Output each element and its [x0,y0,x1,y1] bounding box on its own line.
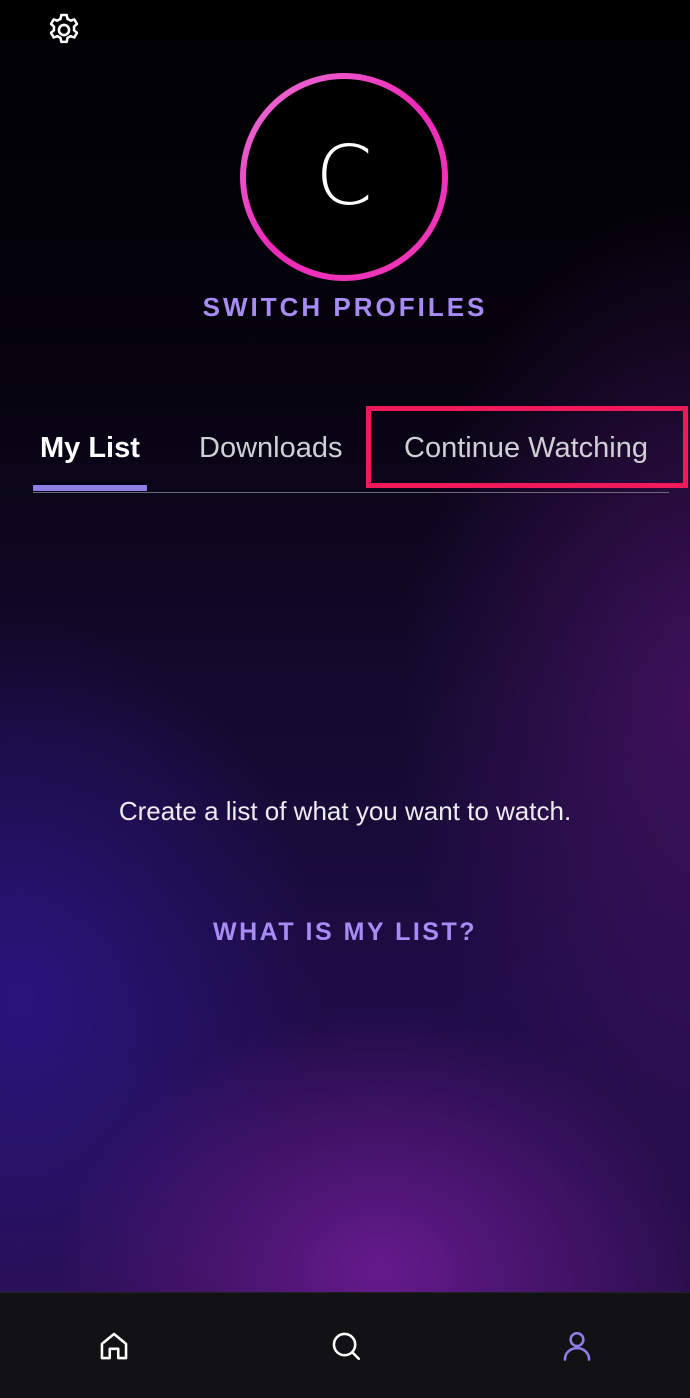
tab-bar: My List Downloads Continue Watching [33,420,669,493]
nav-profile-button[interactable] [559,1328,595,1364]
gear-icon [49,13,79,44]
avatar-initial: C [246,79,442,275]
search-icon [332,1332,361,1361]
nav-search-button[interactable] [328,1328,364,1364]
active-tab-indicator [33,485,147,491]
profile-icon [563,1331,591,1361]
home-icon [100,1332,128,1360]
bottom-nav [0,1292,690,1398]
switch-profiles-button[interactable]: SWITCH PROFILES [0,292,690,323]
tab-downloads[interactable]: Downloads [199,432,342,465]
settings-button[interactable] [42,8,86,52]
profile-avatar[interactable]: C [240,73,448,281]
tab-continue-watching[interactable]: Continue Watching [404,432,648,465]
tab-my-list[interactable]: My List [40,432,140,465]
what-is-my-list-link[interactable]: WHAT IS MY LIST? [0,918,690,947]
profile-screen: C SWITCH PROFILES My List Downloads Cont… [0,0,690,1398]
nav-home-button[interactable] [96,1328,132,1364]
empty-state-message: Create a list of what you want to watch. [118,796,572,826]
